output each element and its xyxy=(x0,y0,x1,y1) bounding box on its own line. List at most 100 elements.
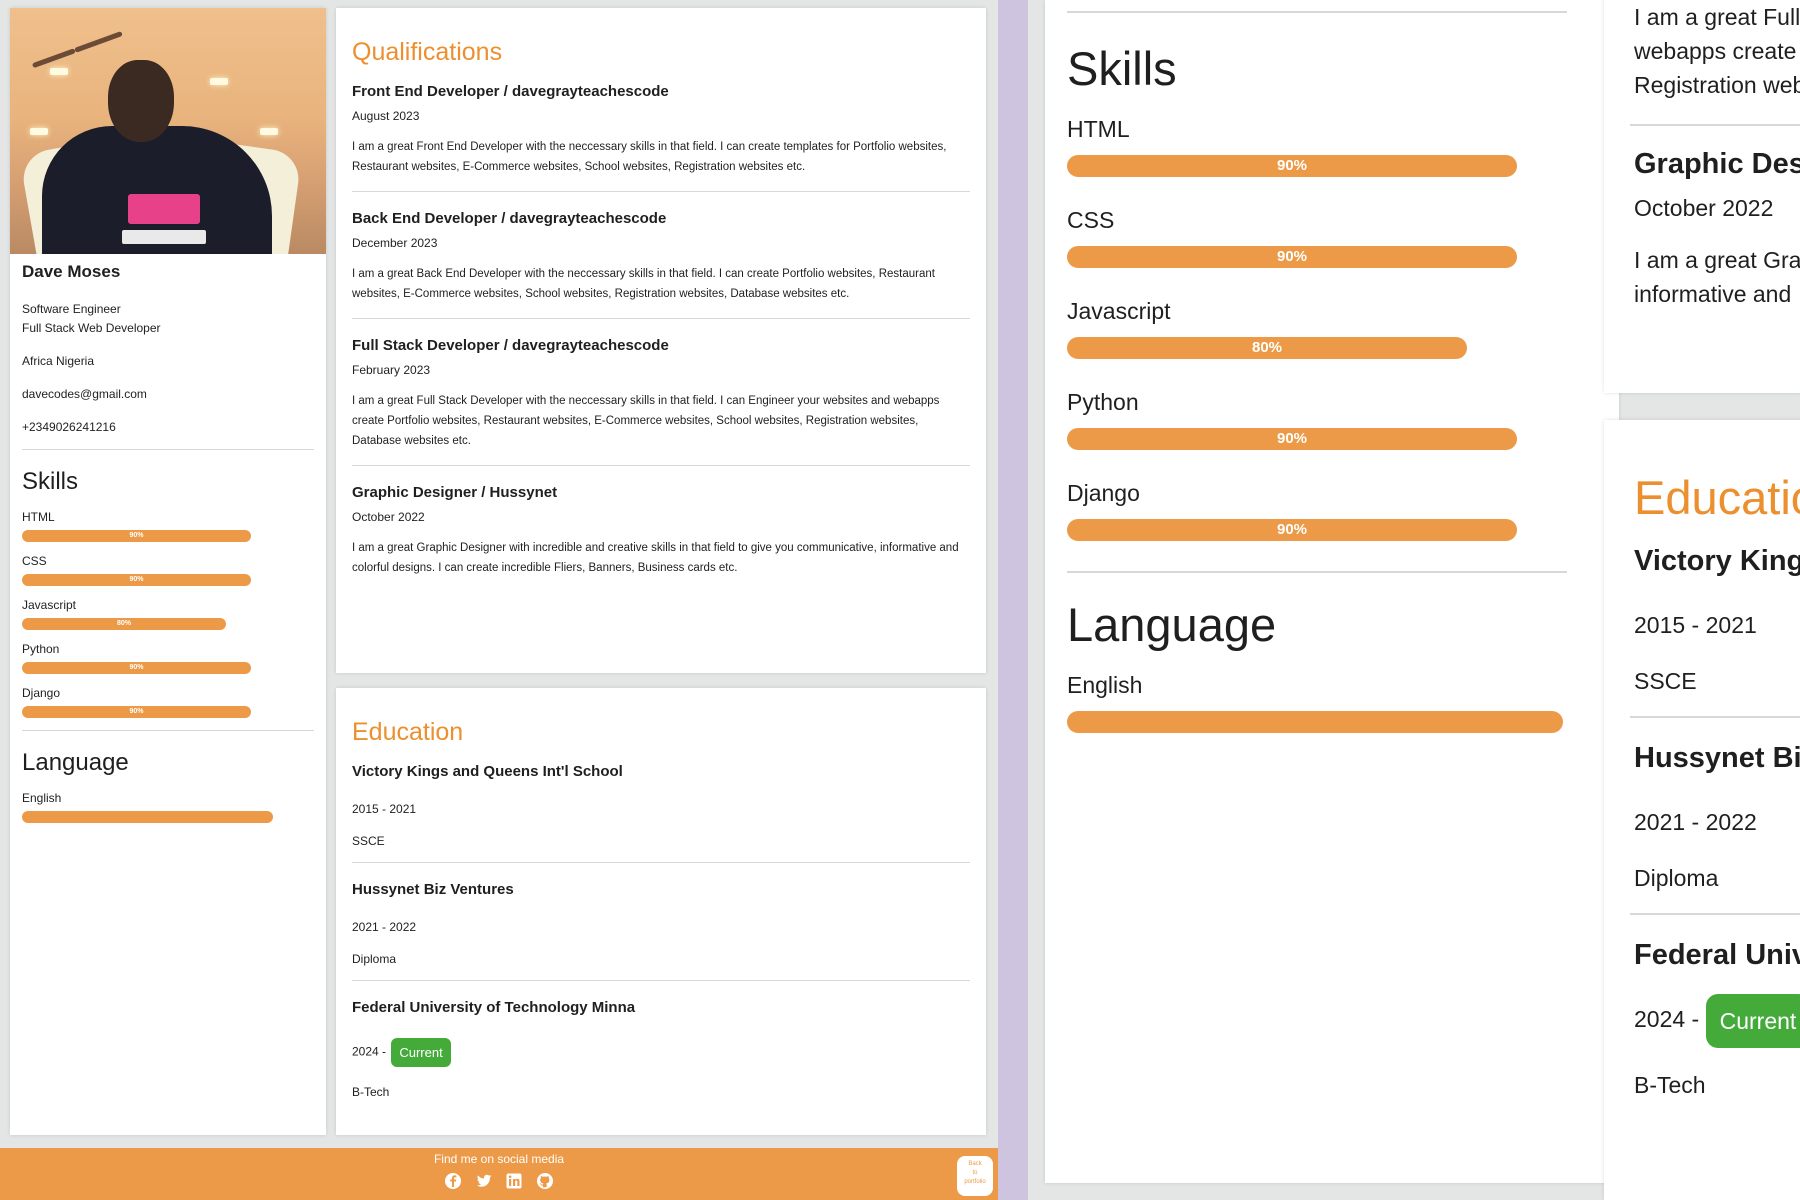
zoomed-skill-item: Javascript 80% xyxy=(1067,298,1597,359)
zoomed-skill-item: Django 90% xyxy=(1067,480,1597,541)
certificate: SSCE xyxy=(352,834,385,848)
zoomed-job-date: October 2022 xyxy=(1634,195,1774,221)
back-to-portfolio-button[interactable]: Back to portfolio xyxy=(957,1156,993,1196)
skill-bar-track: 90% xyxy=(1067,519,1567,541)
facebook-icon[interactable] xyxy=(444,1172,462,1190)
skill-bar-track: 90% xyxy=(1067,246,1567,268)
divider xyxy=(352,862,970,863)
divider xyxy=(1630,913,1800,915)
school-years: 2021 - 2022 xyxy=(352,920,417,934)
job-description: I am a great Full Stack Developer with t… xyxy=(352,395,940,447)
resume-page-small: Dave Moses Software Engineer Full Stack … xyxy=(0,0,998,1200)
qualifications-heading: Qualifications xyxy=(352,38,503,66)
divider xyxy=(352,191,970,192)
current-badge: Current xyxy=(1705,994,1800,1048)
profile-role-secondary: Full Stack Web Developer xyxy=(22,321,161,335)
qualification-item: Graphic Designer / Hussynet October 2022 I… xyxy=(352,484,970,578)
divider xyxy=(352,980,970,981)
skill-item: Javascript 80% xyxy=(22,598,314,630)
zoomed-cert: Diploma xyxy=(1634,865,1719,891)
profile-photo xyxy=(10,8,326,254)
job-description: I am a great Graphic Designer with incre… xyxy=(352,542,959,574)
skill-item: Django 90% xyxy=(22,686,314,718)
school-name: Victory Kings and Queens Int'l School xyxy=(352,763,623,780)
job-description: I am a great Front End Developer with th… xyxy=(352,141,947,173)
skill-bar-track: 90% xyxy=(1067,155,1567,177)
language-heading: Language xyxy=(22,749,129,776)
job-title: Front End Developer / davegrayteachescod… xyxy=(352,83,669,100)
footer-text: Find me on social media xyxy=(433,1152,565,1166)
skill-name: HTML xyxy=(22,510,55,524)
skill-item: Python 90% xyxy=(22,642,314,674)
zoomed-years: 2021 - 2022 xyxy=(1634,809,1757,835)
skill-bar-track: 90% xyxy=(22,574,278,586)
language-bar-track xyxy=(1067,711,1567,733)
profile-name: Dave Moses xyxy=(22,262,121,281)
zoomed-qualifications-card: I am a great Full webapps create Registr… xyxy=(1604,0,1800,393)
skill-name: Python xyxy=(1067,389,1139,415)
job-date: December 2023 xyxy=(352,236,438,250)
skill-bar-track: 90% xyxy=(22,530,278,542)
zoomed-school: Federal Unive xyxy=(1634,939,1800,971)
qualification-item: Full Stack Developer / davegrayteachesco… xyxy=(352,337,970,451)
school-name: Hussynet Biz Ventures xyxy=(352,881,514,898)
school-name: Federal University of Technology Minna xyxy=(352,999,636,1016)
zoomed-skill-item: HTML 90% xyxy=(1067,116,1597,177)
qualifications-list: Front End Developer / davegrayteachescod… xyxy=(352,83,970,578)
zoomed-language-heading: Language xyxy=(1067,598,1277,651)
zoomed-years: 2024 - xyxy=(1634,1006,1706,1033)
skill-name: Javascript xyxy=(22,598,77,612)
job-title: Full Stack Developer / davegrayteachesco… xyxy=(352,337,669,354)
divider xyxy=(22,730,314,731)
divider xyxy=(1630,124,1800,126)
skill-name: Django xyxy=(22,686,61,700)
education-list: Victory Kings and Queens Int'l School 201… xyxy=(352,763,970,1099)
skill-name: HTML xyxy=(1067,116,1130,142)
job-date: February 2023 xyxy=(352,363,431,377)
skill-bar-fill: 90% xyxy=(1067,155,1517,177)
github-icon[interactable] xyxy=(536,1172,554,1190)
linkedin-icon[interactable] xyxy=(505,1172,523,1190)
skills-heading: Skills xyxy=(22,468,79,495)
job-title: Graphic Designer / Hussynet xyxy=(352,484,558,501)
education-item: Victory Kings and Queens Int'l School 201… xyxy=(352,763,970,848)
language-name: English xyxy=(1067,672,1143,698)
job-title: Back End Developer / davegrayteachescode xyxy=(352,210,667,227)
back-label: portfolio xyxy=(964,1179,986,1185)
skills-list: HTML 90% CSS 90% Javascript 80% Python 90% Djang… xyxy=(22,510,314,718)
skill-bar-fill: 90% xyxy=(22,662,251,674)
qualifications-card: Qualifications Front End Developer / dav… xyxy=(336,8,986,673)
pane-divider xyxy=(998,0,1028,1200)
education-item: Hussynet Biz Ventures 2021 - 2022 Diploma xyxy=(352,881,970,966)
certificate: Diploma xyxy=(352,952,397,966)
divider xyxy=(22,449,314,450)
skill-name: CSS xyxy=(1067,207,1115,233)
qualification-item: Front End Developer / davegrayteachescod… xyxy=(352,83,970,177)
job-date: October 2022 xyxy=(352,510,425,524)
zoomed-text: webapps create xyxy=(1634,38,1797,64)
zoomed-cert: B-Tech xyxy=(1634,1072,1706,1098)
job-date: August 2023 xyxy=(352,109,420,123)
divider xyxy=(352,465,970,466)
zoomed-language-item: English xyxy=(1067,672,1597,733)
language-list: English xyxy=(22,791,314,823)
skill-name: CSS xyxy=(22,554,47,568)
zoomed-text: I am a great Full xyxy=(1634,4,1800,30)
qualification-item: Back End Developer / davegrayteachescode… xyxy=(352,210,970,304)
school-years: 2015 - 2021 xyxy=(352,802,417,816)
skill-bar-track: 80% xyxy=(22,618,278,630)
zoomed-text: Registration web xyxy=(1634,72,1800,98)
education-item: Federal University of Technology Minna 20… xyxy=(352,999,970,1099)
zoomed-profile-card: Skills HTML 90% CSS 90% Javascript 80% Python 9… xyxy=(1045,0,1619,1183)
zoomed-education-card: Educatio Victory Kings 2015 - 2021 SSCE … xyxy=(1604,420,1800,1200)
language-bar-fill xyxy=(1067,711,1563,733)
skill-name: Django xyxy=(1067,480,1140,506)
twitter-icon[interactable] xyxy=(475,1172,493,1190)
profile-email: davecodes@gmail.com xyxy=(22,387,147,401)
skill-item: CSS 90% xyxy=(22,554,314,586)
divider xyxy=(352,318,970,319)
skill-name: Javascript xyxy=(1067,298,1171,324)
skill-name: Python xyxy=(22,642,60,656)
skill-bar-fill: 90% xyxy=(22,574,251,586)
zoomed-school: Hussynet Biz xyxy=(1634,742,1800,774)
